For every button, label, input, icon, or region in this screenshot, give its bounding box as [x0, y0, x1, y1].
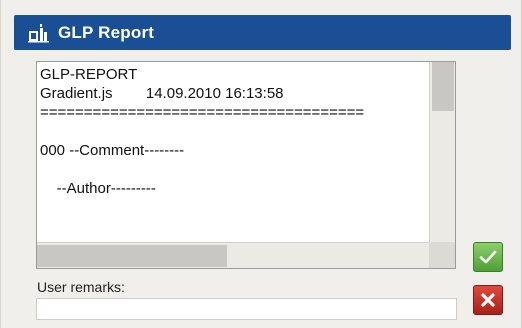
vertical-scrollbar[interactable] [429, 62, 455, 242]
report-line: --Author--------- [40, 180, 156, 197]
cancel-button[interactable] [473, 285, 503, 315]
vertical-scroll-thumb[interactable] [432, 62, 454, 111]
horizontal-scroll-thumb[interactable] [37, 245, 227, 267]
scrollbar-corner [429, 242, 455, 268]
horizontal-scrollbar[interactable] [37, 242, 429, 268]
close-x-icon [481, 293, 495, 307]
report-line: GLP-REPORT [40, 66, 138, 83]
report-line [40, 160, 429, 179]
report-text-area[interactable]: GLP-REPORT Gradient.js 14.09.2010 16:13:5… [36, 61, 456, 269]
user-remarks-label: User remarks: [37, 279, 125, 295]
user-remarks-input[interactable] [36, 298, 457, 320]
confirm-button[interactable] [473, 242, 503, 272]
report-line: ===================================== [40, 104, 365, 121]
report-line: Gradient.js 14.09.2010 16:13:58 [40, 85, 284, 102]
checkmark-icon [479, 250, 497, 264]
report-line [40, 122, 429, 141]
glp-report-dialog: GLP Report GLP-REPORT Gradient.js 14.09.2… [0, 0, 522, 328]
report-line: 000 --Comment-------- [40, 142, 185, 159]
report-chart-icon [26, 21, 52, 45]
dialog-title: GLP Report [58, 22, 155, 42]
report-content: GLP-REPORT Gradient.js 14.09.2010 16:13:5… [37, 62, 429, 242]
dialog-titlebar: GLP Report [14, 15, 511, 50]
